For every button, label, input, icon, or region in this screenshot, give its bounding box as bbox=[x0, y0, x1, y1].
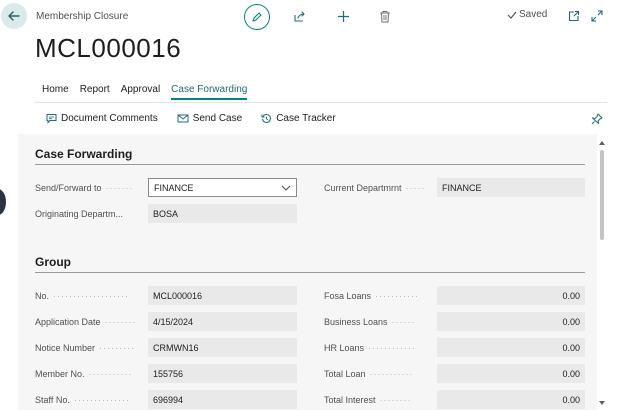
tab-case-forwarding[interactable]: Case Forwarding bbox=[171, 84, 248, 100]
current-department-label: Current Departmrnt ····· bbox=[324, 183, 426, 193]
originating-department-value[interactable]: BOSA bbox=[148, 204, 297, 223]
content-panel: Case Forwarding Send/Forward to ······· F… bbox=[18, 134, 597, 410]
back-button[interactable] bbox=[1, 3, 27, 29]
expand-button[interactable] bbox=[586, 5, 608, 27]
new-button[interactable] bbox=[332, 5, 354, 27]
pin-button[interactable] bbox=[586, 108, 608, 130]
hr-loans-value[interactable]: 0.00 bbox=[437, 338, 585, 357]
field-label: HR Loans ············ bbox=[324, 343, 416, 353]
case-tracker-button[interactable]: Case Tracker bbox=[261, 113, 336, 124]
share-button[interactable] bbox=[288, 5, 310, 27]
document-comments-label: Document Comments bbox=[61, 113, 158, 124]
section-divider bbox=[35, 272, 585, 273]
open-new-window-icon bbox=[568, 10, 580, 22]
application-date-value[interactable]: 4/15/2024 bbox=[148, 312, 297, 331]
scrollbar-thumb[interactable] bbox=[600, 150, 604, 240]
fosa-loans-value[interactable]: 0.00 bbox=[437, 286, 585, 305]
side-handle[interactable] bbox=[0, 189, 6, 215]
pencil-icon bbox=[251, 11, 263, 23]
field-label: Staff No. ·············· bbox=[35, 395, 130, 405]
scroll-down-icon[interactable] bbox=[598, 400, 606, 406]
comment-icon bbox=[46, 113, 57, 124]
send-forward-select[interactable]: FINANCE bbox=[148, 178, 297, 197]
tab-home[interactable]: Home bbox=[42, 84, 69, 100]
originating-department-label: Originating Departm... bbox=[35, 209, 124, 219]
chevron-down-icon bbox=[281, 185, 291, 191]
group-heading: Group bbox=[35, 255, 71, 269]
section-divider bbox=[35, 164, 585, 165]
saved-label: Saved bbox=[519, 9, 548, 20]
field-label: Fosa Loans ··········· bbox=[324, 291, 419, 301]
no-value[interactable]: MCL000016 bbox=[148, 286, 297, 305]
current-department-value[interactable]: FINANCE bbox=[437, 178, 585, 197]
business-loans-value[interactable]: 0.00 bbox=[437, 312, 585, 331]
notice-number-value[interactable]: CRMWN16 bbox=[148, 338, 297, 357]
history-icon bbox=[261, 113, 272, 124]
share-icon bbox=[293, 10, 306, 23]
document-comments-button[interactable]: Document Comments bbox=[46, 113, 158, 124]
total-loan-value[interactable]: 0.00 bbox=[437, 364, 585, 383]
check-icon bbox=[507, 10, 517, 20]
tab-approval[interactable]: Approval bbox=[121, 84, 160, 100]
member-no-value[interactable]: 155756 bbox=[148, 364, 297, 383]
arrow-left-icon bbox=[7, 9, 21, 23]
scroll-up-icon[interactable] bbox=[598, 140, 606, 146]
field-label: No. ··················· bbox=[35, 291, 129, 301]
delete-button[interactable] bbox=[374, 5, 396, 27]
pin-icon bbox=[591, 113, 603, 125]
send-forward-label: Send/Forward to ······· bbox=[35, 183, 134, 193]
field-label: Business Loans ······ bbox=[324, 317, 416, 327]
save-status: Saved bbox=[507, 9, 547, 20]
plus-icon bbox=[337, 10, 350, 23]
open-new-window-button[interactable] bbox=[563, 5, 585, 27]
expand-icon bbox=[591, 10, 603, 22]
send-case-button[interactable]: Send Case bbox=[177, 113, 242, 124]
field-label: Application Date ········ bbox=[35, 317, 137, 327]
send-icon bbox=[177, 113, 189, 124]
total-interest-value[interactable]: 0.00 bbox=[437, 390, 585, 409]
edit-button[interactable] bbox=[244, 4, 270, 30]
field-label: Notice Number ········· bbox=[35, 343, 136, 353]
field-label: Total Loan ··········· bbox=[324, 369, 414, 379]
send-forward-value: FINANCE bbox=[154, 182, 194, 193]
staff-no-value[interactable]: 696994 bbox=[148, 390, 297, 409]
send-case-label: Send Case bbox=[192, 113, 243, 124]
action-tabs: Home Report Approval Case Forwarding bbox=[42, 84, 248, 100]
tabs-divider bbox=[34, 102, 607, 103]
tab-report[interactable]: Report bbox=[80, 84, 110, 100]
action-bar: Document Comments Send Case Case Tracker bbox=[46, 113, 336, 124]
case-forwarding-heading: Case Forwarding bbox=[35, 147, 133, 161]
case-tracker-label: Case Tracker bbox=[276, 113, 336, 124]
record-title: MCL000016 bbox=[35, 33, 182, 63]
trash-icon bbox=[379, 10, 391, 23]
page-caption: Membership Closure bbox=[36, 11, 129, 22]
field-label: Member No. ··········· bbox=[35, 369, 133, 379]
field-label: Total Interest ········ bbox=[324, 395, 412, 405]
